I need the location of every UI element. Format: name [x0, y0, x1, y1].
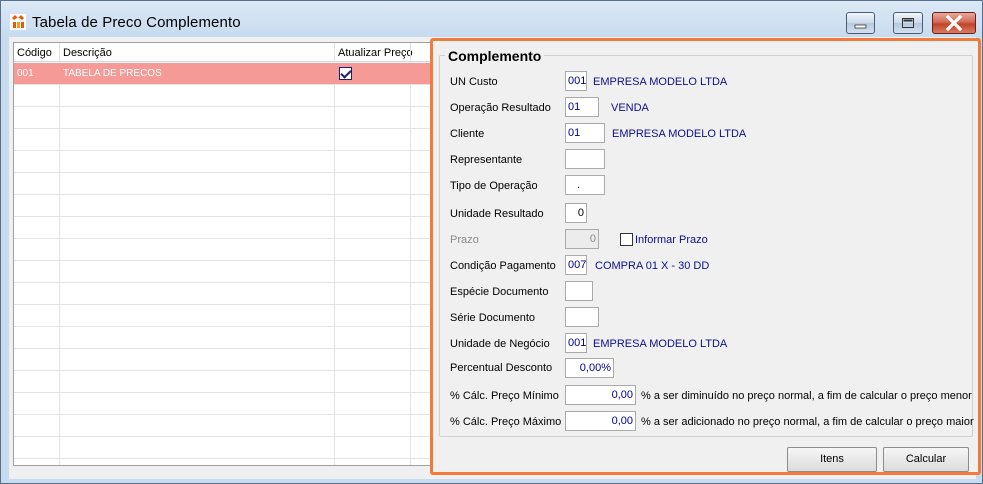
- informar-prazo-checkbox[interactable]: [620, 233, 633, 246]
- table-row[interactable]: [14, 173, 433, 195]
- cliente-label: Cliente: [450, 128, 485, 140]
- table-row[interactable]: 001 TABELA DE PRECOS: [14, 63, 433, 85]
- prazo-label: Prazo: [450, 234, 479, 246]
- tipo-operacao-input[interactable]: .: [565, 175, 605, 195]
- atualizar-preco-checkbox[interactable]: [339, 67, 352, 80]
- calcular-button[interactable]: Calcular: [883, 447, 969, 472]
- table-row[interactable]: [14, 195, 433, 217]
- table-row[interactable]: [14, 437, 433, 459]
- window-title: Tabela de Preco Complemento: [32, 14, 241, 31]
- percentual-desconto-label: Percentual Desconto: [450, 362, 553, 374]
- unidade-resultado-label: Unidade Resultado: [450, 208, 544, 220]
- representante-label: Representante: [450, 154, 523, 166]
- close-icon: [945, 14, 963, 32]
- operacao-resultado-input[interactable]: 01: [565, 97, 599, 117]
- column-header-descricao[interactable]: Descrição: [63, 47, 112, 59]
- column-header-codigo[interactable]: Código: [17, 47, 52, 59]
- condicao-pagamento-input[interactable]: 007: [565, 255, 587, 275]
- title-bar[interactable]: Tabela de Preco Complemento: [1, 1, 982, 37]
- especie-documento-label: Espécie Documento: [450, 286, 549, 298]
- cell-descricao: TABELA DE PRECOS: [63, 68, 162, 79]
- table-row[interactable]: [14, 415, 433, 437]
- cliente-input[interactable]: 01: [565, 123, 605, 143]
- preco-minimo-input[interactable]: 0,00: [565, 385, 636, 405]
- itens-button[interactable]: Itens: [787, 447, 877, 472]
- tabela-grid[interactable]: Código Descrição Atualizar Preço 001 TAB…: [13, 42, 434, 466]
- table-row[interactable]: [14, 129, 433, 151]
- table-row[interactable]: [14, 261, 433, 283]
- maximize-button[interactable]: [893, 12, 923, 34]
- serie-documento-label: Série Documento: [450, 312, 535, 324]
- unidade-resultado-input[interactable]: 0: [565, 203, 587, 223]
- table-row[interactable]: [14, 327, 433, 349]
- preco-minimo-label: % Cálc. Preço Mínimo: [450, 390, 559, 402]
- unidade-negocio-description: EMPRESA MODELO LTDA: [593, 338, 728, 350]
- column-header-atualizar-preco[interactable]: Atualizar Preço: [338, 47, 413, 59]
- main-window: Tabela de Preco Complemento Código Descr…: [0, 0, 983, 484]
- preco-maximo-input[interactable]: 0,00: [565, 411, 636, 431]
- un-custo-description: EMPRESA MODELO LTDA: [593, 76, 728, 88]
- preco-maximo-label: % Cálc. Preço Máximo: [450, 416, 562, 428]
- table-row[interactable]: [14, 239, 433, 261]
- table-row[interactable]: [14, 217, 433, 239]
- operacao-resultado-label: Operação Resultado: [450, 102, 551, 114]
- table-row[interactable]: [14, 371, 433, 393]
- minimize-icon: [854, 24, 867, 29]
- table-row[interactable]: [14, 151, 433, 173]
- representante-input[interactable]: [565, 149, 605, 169]
- informar-prazo-label[interactable]: Informar Prazo: [635, 234, 708, 246]
- preco-maximo-note: % a ser adicionado no preço normal, a fi…: [641, 416, 974, 428]
- unidade-negocio-label: Unidade de Negócio: [450, 338, 550, 350]
- window-content: Código Descrição Atualizar Preço 001 TAB…: [9, 37, 981, 479]
- cell-codigo: 001: [17, 68, 34, 79]
- complemento-title: Complemento: [445, 48, 545, 64]
- percentual-desconto-input[interactable]: 0,00%: [565, 358, 614, 378]
- serie-documento-input[interactable]: [565, 307, 599, 327]
- prazo-input: 0: [565, 229, 599, 249]
- table-row[interactable]: [14, 305, 433, 327]
- table-row[interactable]: [14, 393, 433, 415]
- un-custo-label: UN Custo: [450, 76, 498, 88]
- unidade-negocio-input[interactable]: 001: [565, 333, 587, 353]
- table-row[interactable]: [14, 349, 433, 371]
- minimize-button[interactable]: [846, 12, 875, 34]
- close-button[interactable]: [932, 12, 976, 34]
- tipo-operacao-label: Tipo de Operação: [450, 180, 538, 192]
- grid-header: Código Descrição Atualizar Preço: [14, 43, 433, 62]
- table-row[interactable]: [14, 107, 433, 129]
- especie-documento-input[interactable]: [565, 281, 593, 301]
- condicao-pagamento-label: Condição Pagamento: [450, 260, 556, 272]
- un-custo-input[interactable]: 001: [565, 71, 587, 91]
- maximize-icon: [902, 18, 914, 28]
- table-row[interactable]: [14, 283, 433, 305]
- condicao-pagamento-description: COMPRA 01 X - 30 DD: [595, 260, 710, 272]
- table-row[interactable]: [14, 85, 433, 107]
- cliente-description: EMPRESA MODELO LTDA: [612, 128, 747, 140]
- app-logo-icon: [10, 14, 26, 30]
- preco-minimo-note: % a ser diminuído no preço normal, a fim…: [641, 390, 972, 402]
- operacao-resultado-description: VENDA: [611, 102, 649, 114]
- complemento-panel: Complemento UN Custo 001 EMPRESA MODELO …: [430, 38, 981, 475]
